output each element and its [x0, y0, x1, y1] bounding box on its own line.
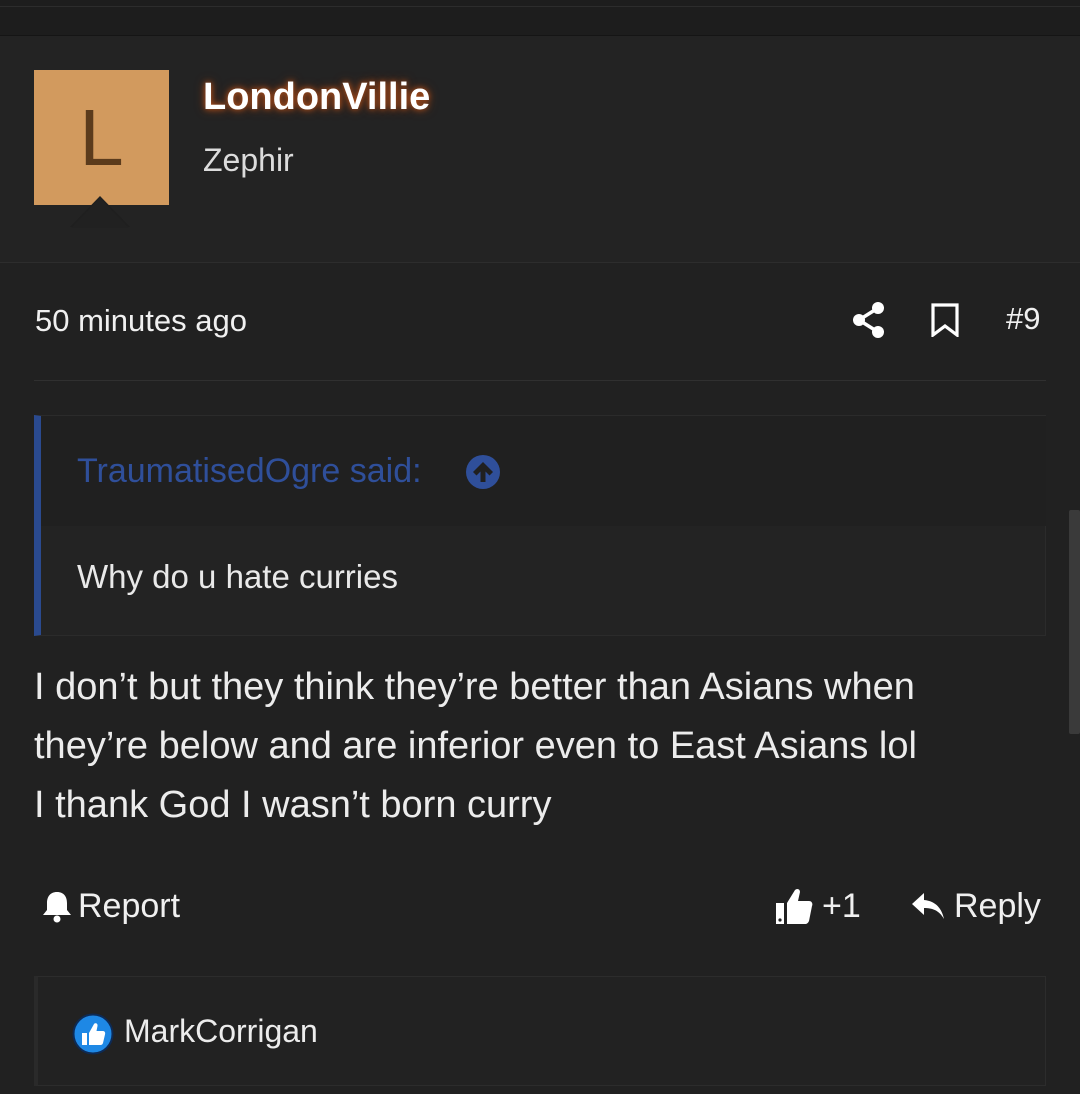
- quote-block: TraumatisedOgre said: Why do u hate curr…: [34, 415, 1046, 636]
- quote-header: TraumatisedOgre said:: [41, 416, 1046, 526]
- meta-divider: [34, 380, 1046, 381]
- like-count: +1: [822, 886, 861, 925]
- quote-author-link[interactable]: TraumatisedOgre said:: [77, 452, 422, 491]
- reply-arrow-icon: [912, 893, 944, 919]
- report-label: Report: [78, 886, 181, 925]
- bell-icon: [43, 892, 71, 923]
- quote-text: Why do u hate curries: [77, 558, 398, 595]
- report-button[interactable]: Report: [40, 884, 180, 928]
- post-message-line: I don’t but they think they’re better th…: [34, 666, 915, 708]
- post-actions: Report +1 Reply: [0, 870, 1080, 940]
- scrollbar-thumb[interactable]: [1069, 510, 1080, 734]
- thread-page: L LondonVillie Zephir 50 minutes ago #9 …: [0, 0, 1080, 1094]
- reply-button[interactable]: Reply: [910, 884, 1041, 928]
- bookmark-icon[interactable]: [930, 303, 960, 337]
- top-bar: [0, 0, 1080, 36]
- like-reaction-icon: [72, 1013, 114, 1055]
- post-number-link[interactable]: #9: [1006, 301, 1040, 337]
- avatar[interactable]: L: [34, 70, 169, 205]
- thumbs-up-icon: [776, 888, 813, 924]
- share-icon[interactable]: [852, 301, 886, 339]
- like-button[interactable]: +1: [774, 884, 861, 928]
- post-message-line: I thank God I wasn’t born curry: [34, 784, 552, 826]
- post-timestamp[interactable]: 50 minutes ago: [35, 303, 247, 339]
- top-bar-divider: [0, 6, 1080, 7]
- reactions-bar[interactable]: MarkCorrigan: [34, 976, 1046, 1086]
- username-link[interactable]: LondonVillie: [203, 76, 430, 119]
- post-user-header: L LondonVillie Zephir: [0, 36, 1080, 263]
- post-message: I don’t but they think they’re better th…: [34, 658, 1044, 835]
- reactor-username[interactable]: MarkCorrigan: [124, 1013, 318, 1050]
- header-pointer-inner: [71, 198, 129, 228]
- reply-label: Reply: [954, 886, 1041, 925]
- post-message-line: they’re below and are inferior even to E…: [34, 725, 917, 767]
- arrow-up-circle-icon[interactable]: [465, 454, 501, 490]
- post-meta-row: 50 minutes ago #9: [0, 263, 1080, 380]
- user-title: Zephir: [203, 142, 294, 178]
